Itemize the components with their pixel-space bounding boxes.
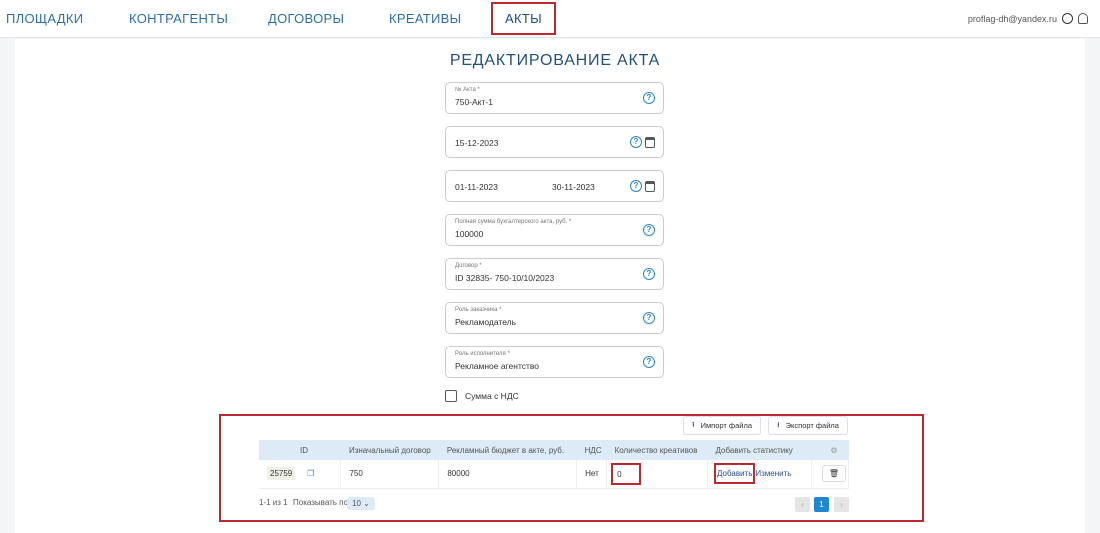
nav-contracts[interactable]: ДОГОВОРЫ bbox=[268, 11, 344, 26]
nav-creatives[interactable]: КРЕАТИВЫ bbox=[389, 11, 461, 26]
field-label: Роль исполнителя * bbox=[455, 351, 510, 357]
cell-delete: 🗑 bbox=[811, 460, 850, 489]
total-sum-field[interactable]: Полная сумма бухгалтерского акта, руб. *… bbox=[445, 214, 664, 246]
period-from: 01-11-2023 bbox=[455, 182, 498, 192]
field-value: Рекламное агентство bbox=[455, 361, 540, 371]
pagination-summary: 1-1 из 1 bbox=[259, 498, 288, 507]
table-row: 25759 ❐ 750 80000 Нет 0 Добавить Изменить … bbox=[259, 460, 850, 489]
download-icon: ⭳ bbox=[777, 420, 780, 429]
field-label: Договор * bbox=[455, 263, 482, 269]
field-value: 750-Акт-1 bbox=[455, 97, 493, 107]
client-role-field[interactable]: Роль заказчика * Рекламодатель ? bbox=[445, 302, 664, 334]
top-nav: ПЛОЩАДКИ КОНТРАГЕНТЫ ДОГОВОРЫ КРЕАТИВЫ А… bbox=[0, 0, 1100, 38]
upload-icon: ⭱ bbox=[692, 420, 695, 429]
cell-budget: 80000 bbox=[438, 460, 578, 489]
trash-icon[interactable]: 🗑 bbox=[821, 465, 847, 483]
help-icon[interactable]: ? bbox=[630, 180, 642, 192]
user-email[interactable]: proflag-dh@yandex.ru bbox=[968, 14, 1057, 24]
creatives-count: 0 bbox=[611, 462, 642, 485]
calendar-icon[interactable] bbox=[645, 137, 655, 148]
act-date-field[interactable]: 15-12-2023 ? bbox=[445, 126, 664, 158]
gear-icon[interactable]: ⚙ bbox=[811, 440, 849, 460]
act-number-field[interactable]: № Акта * 750-Акт-1 ? bbox=[445, 82, 664, 114]
period-to: 30-11-2023 bbox=[552, 182, 595, 192]
export-button[interactable]: ⭳ Экспорт файла bbox=[768, 416, 848, 435]
field-label: № Акта * bbox=[455, 87, 480, 93]
col-contract: Изначальный договор bbox=[340, 440, 439, 460]
help-icon[interactable]: ? bbox=[643, 356, 655, 368]
prev-page-button[interactable]: ‹ bbox=[795, 497, 810, 512]
col-id: ID bbox=[259, 440, 341, 460]
contractor-role-field[interactable]: Роль исполнителя * Рекламное агентство ? bbox=[445, 346, 664, 378]
table-header: ID Изначальный договор Рекламный бюджет … bbox=[259, 440, 849, 460]
field-label: Роль заказчика * bbox=[455, 307, 502, 313]
help-icon[interactable]: ? bbox=[630, 136, 642, 148]
col-add-stats: Добавить статистику bbox=[707, 440, 812, 460]
col-creatives: Количество креативов bbox=[606, 440, 708, 460]
field-value: ID 32835- 750-10/10/2023 bbox=[455, 273, 555, 283]
copy-icon[interactable]: ❐ bbox=[307, 469, 314, 478]
nav-acts[interactable]: АКТЫ bbox=[491, 2, 556, 35]
field-value: 100000 bbox=[455, 229, 484, 239]
add-stats-link[interactable]: Добавить bbox=[714, 463, 756, 485]
acts-table: ID Изначальный договор Рекламный бюджет … bbox=[259, 440, 850, 489]
import-label: Импорт файла bbox=[700, 421, 753, 430]
page-size-select[interactable]: 10 ⌄ bbox=[347, 497, 375, 510]
nav-platforms[interactable]: ПЛОЩАДКИ bbox=[6, 11, 83, 26]
period-field[interactable]: 01-11-2023 30-11-2023 ? bbox=[445, 170, 664, 202]
cell-creatives: 0 bbox=[606, 460, 709, 489]
field-label: Полная сумма бухгалтерского акта, руб. * bbox=[455, 219, 572, 225]
nav-counterparties[interactable]: КОНТРАГЕНТЫ bbox=[129, 11, 228, 26]
next-page-button[interactable]: › bbox=[834, 497, 849, 512]
col-vat: НДС bbox=[576, 440, 607, 460]
edit-stats-link[interactable]: Изменить bbox=[755, 469, 791, 478]
contract-field[interactable]: Договор * ID 32835- 750-10/10/2023 ? bbox=[445, 258, 664, 290]
import-button[interactable]: ⭱ Импорт файла bbox=[683, 416, 762, 435]
id-badge: 25759 bbox=[267, 467, 296, 481]
col-budget[interactable]: Рекламный бюджет в акте, руб. bbox=[438, 440, 577, 460]
help-icon[interactable]: ? bbox=[643, 268, 655, 280]
page-size-value: 10 bbox=[352, 499, 361, 508]
field-value: 15-12-2023 bbox=[455, 138, 499, 148]
export-label: Экспорт файла bbox=[785, 421, 839, 430]
page-1-button[interactable]: 1 bbox=[814, 497, 829, 512]
user-icon[interactable] bbox=[1062, 13, 1073, 24]
page-title: РЕДАКТИРОВАНИЕ АКТА bbox=[449, 52, 661, 69]
calendar-icon[interactable] bbox=[645, 181, 655, 192]
cell-contract: 750 bbox=[340, 460, 440, 489]
help-icon[interactable]: ? bbox=[643, 312, 655, 324]
cell-add-stats: Добавить Изменить bbox=[707, 460, 812, 489]
help-icon[interactable]: ? bbox=[643, 92, 655, 104]
vat-checkbox[interactable] bbox=[445, 390, 457, 402]
cell-vat: Нет bbox=[576, 460, 608, 489]
help-icon[interactable]: ? bbox=[643, 224, 655, 236]
bell-icon[interactable] bbox=[1078, 13, 1088, 24]
page-size-label: Показывать по bbox=[293, 498, 348, 507]
field-value: Рекламодатель bbox=[455, 317, 517, 327]
vat-checkbox-label: Сумма с НДС bbox=[465, 391, 519, 401]
cell-id: 25759 ❐ bbox=[259, 460, 342, 489]
